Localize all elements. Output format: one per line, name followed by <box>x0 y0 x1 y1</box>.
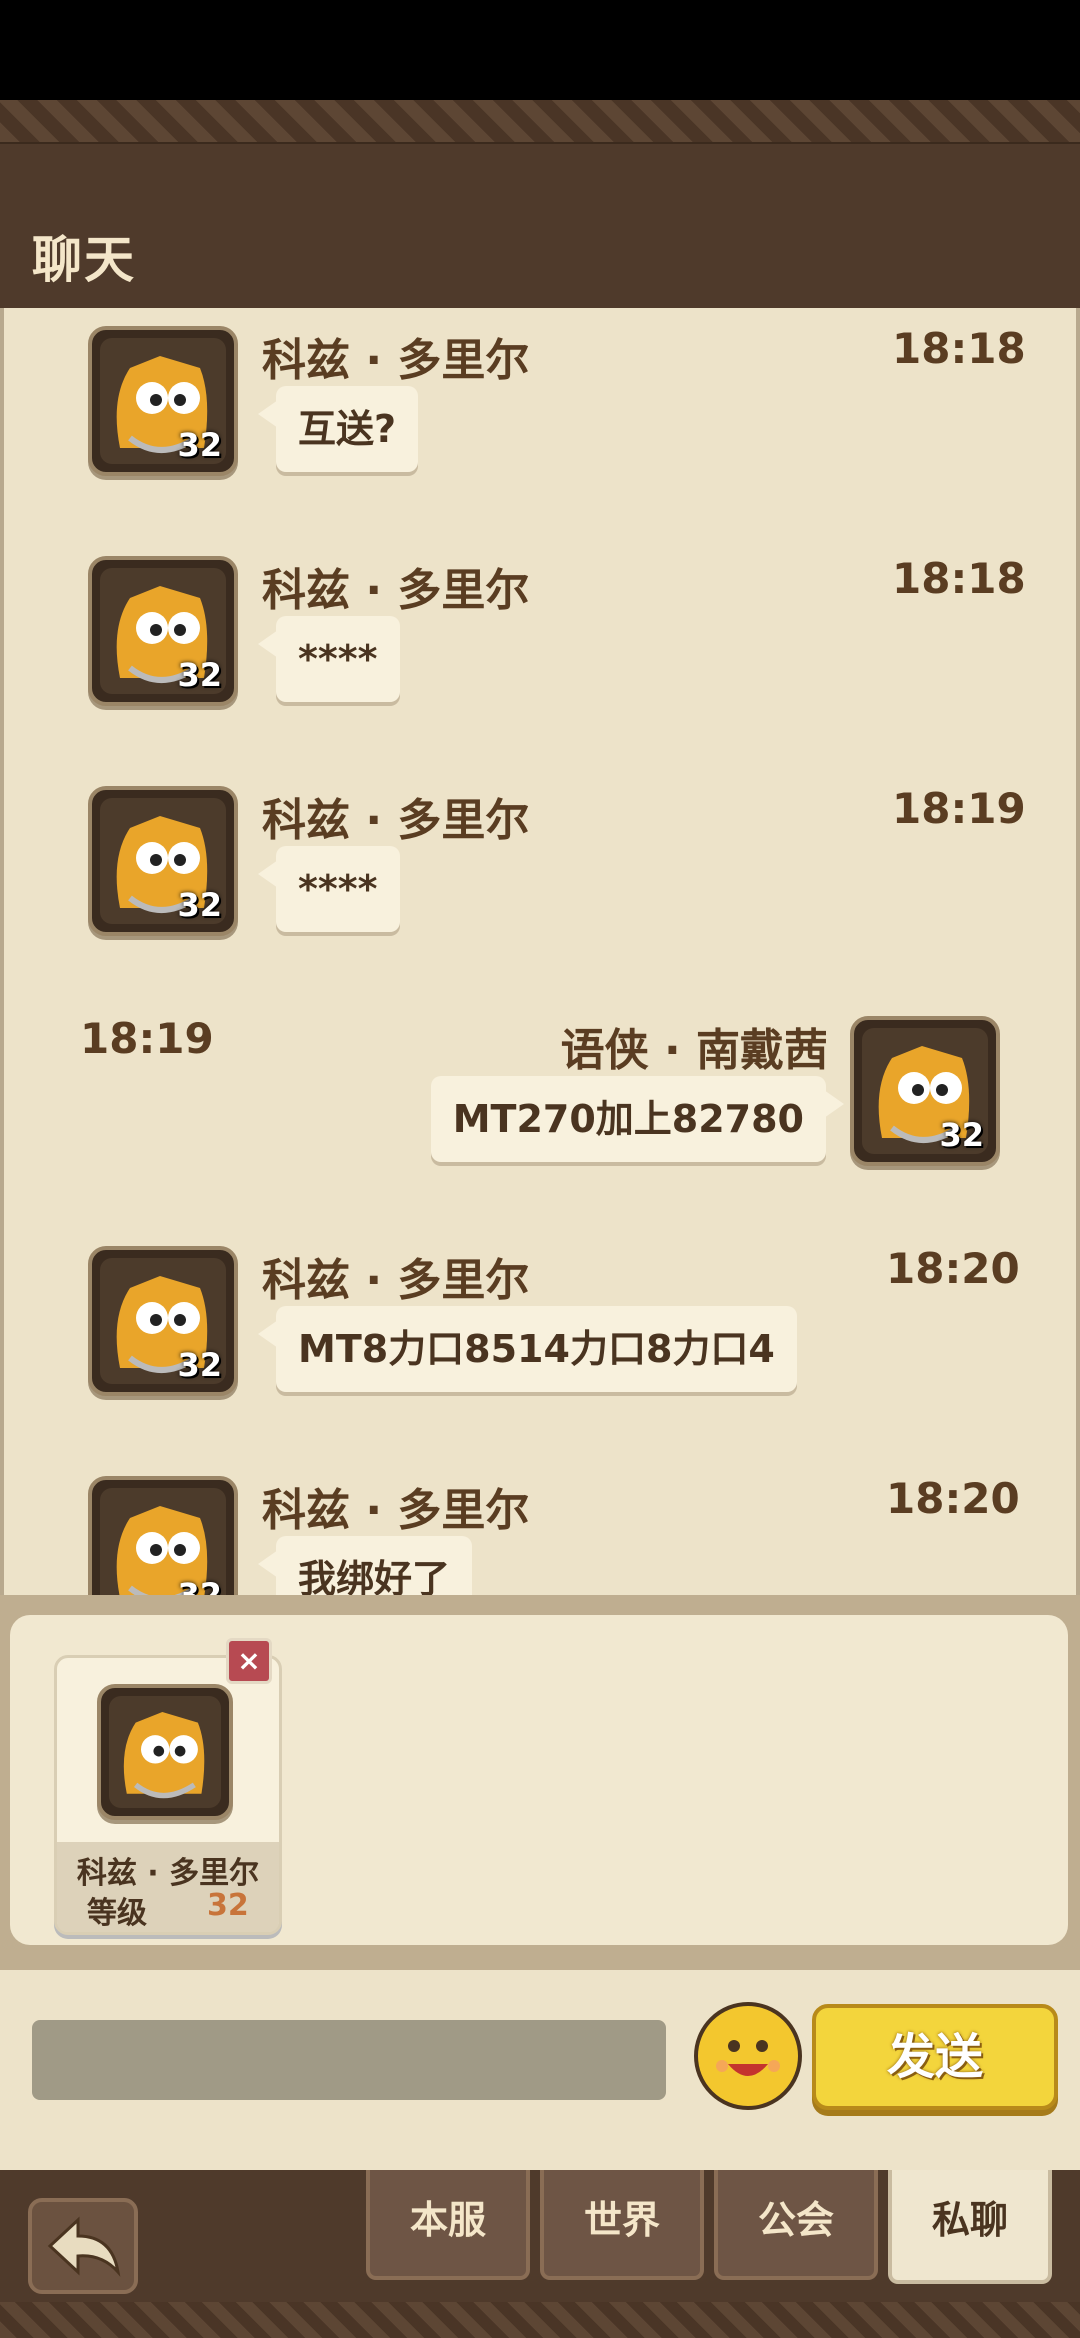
avatar[interactable]: 32 <box>88 1246 238 1396</box>
level-badge: 32 <box>177 656 222 694</box>
message-item: 32 科兹 · 多里尔 18:20 MT8力口8514力口8力口4 <box>4 1240 1076 1420</box>
sender-name: 科兹 · 多里尔 <box>262 795 530 846</box>
creature-avatar-icon <box>123 1712 205 1799</box>
tab-private-chat[interactable]: 私聊 <box>888 2170 1052 2284</box>
sender-name: 科兹 · 多里尔 <box>262 1485 530 1536</box>
close-contact-button[interactable]: × <box>226 1638 272 1684</box>
message-time: 18:18 <box>892 554 1026 603</box>
contact-card-footer: 科兹 · 多里尔 等级 32 <box>57 1842 279 1932</box>
emoji-button[interactable] <box>694 2002 802 2110</box>
level-badge: 32 <box>177 1576 222 1595</box>
contact-list: 科兹 · 多里尔 等级 32 <box>10 1615 1068 1945</box>
bottom-pattern-band <box>0 2302 1080 2338</box>
message-time: 18:19 <box>80 1014 214 1063</box>
message-input[interactable] <box>32 2020 666 2100</box>
sender-name: 科兹 · 多里尔 <box>262 1255 530 1306</box>
message-item: 32 科兹 · 多里尔 18:18 互送? <box>4 320 1076 500</box>
sender-name: 科兹 · 多里尔 <box>262 565 530 616</box>
contact-card[interactable]: 科兹 · 多里尔 等级 32 <box>54 1655 282 1935</box>
message-time: 18:20 <box>886 1474 1020 1523</box>
avatar[interactable]: 32 <box>88 1476 238 1595</box>
status-bar <box>0 0 1080 100</box>
message-item: 32 科兹 · 多里尔 18:18 **** <box>4 550 1076 730</box>
avatar[interactable]: 32 <box>88 786 238 936</box>
header: 聊天 <box>0 100 1080 308</box>
tab-world[interactable]: 世界 <box>540 2170 704 2280</box>
level-badge: 32 <box>939 1116 984 1154</box>
message-bubble: **** <box>258 616 400 702</box>
message-bubble: 我绑好了 <box>257 1536 473 1595</box>
header-pattern-band <box>0 100 1080 144</box>
tab-server[interactable]: 本服 <box>366 2170 530 2280</box>
back-button[interactable] <box>28 2198 138 2294</box>
send-button[interactable]: 发送 <box>812 2004 1058 2110</box>
sender-name: 科兹 · 多里尔 <box>262 335 530 386</box>
contact-level-label: 等级 <box>87 1896 147 1931</box>
page-title: 聊天 <box>32 231 136 289</box>
message-input-bar: 发送 <box>0 1970 1080 2170</box>
smiley-face-icon <box>716 2040 780 2076</box>
message-bubble: MT270加上82780 <box>430 1076 845 1162</box>
level-badge: 32 <box>177 426 222 464</box>
message-bubble: 互送? <box>257 386 419 472</box>
avatar[interactable]: 32 <box>850 1016 1000 1166</box>
contact-name: 科兹 · 多里尔 <box>76 1856 260 1891</box>
avatar[interactable]: 32 <box>88 326 238 476</box>
back-arrow-icon <box>47 2216 121 2277</box>
message-time: 18:18 <box>892 324 1026 373</box>
avatar <box>97 1684 233 1820</box>
message-item: 32 科兹 · 多里尔 18:20 我绑好了 <box>4 1470 1076 1595</box>
message-item-own: 18:19 语侠 · 南戴茜 MT270加上82780 32 <box>4 1010 1076 1190</box>
message-time: 18:20 <box>886 1244 1020 1293</box>
private-contact-panel: 科兹 · 多里尔 等级 32 <box>0 1595 1080 1970</box>
sender-name: 语侠 · 南戴茜 <box>560 1025 828 1076</box>
message-bubble: **** <box>258 846 400 932</box>
tab-guild[interactable]: 公会 <box>714 2170 878 2280</box>
message-bubble: MT8力口8514力口8力口4 <box>258 1306 797 1392</box>
message-item: 32 科兹 · 多里尔 18:19 **** <box>4 780 1076 960</box>
avatar[interactable]: 32 <box>88 556 238 706</box>
chat-message-list[interactable]: 32 科兹 · 多里尔 18:18 互送? 32 科兹 · 多里尔 18:18 … <box>0 308 1080 1595</box>
message-time: 18:19 <box>892 784 1026 833</box>
level-badge: 32 <box>177 886 222 924</box>
contact-level: 32 <box>207 1888 249 1923</box>
level-badge: 32 <box>177 1346 222 1384</box>
